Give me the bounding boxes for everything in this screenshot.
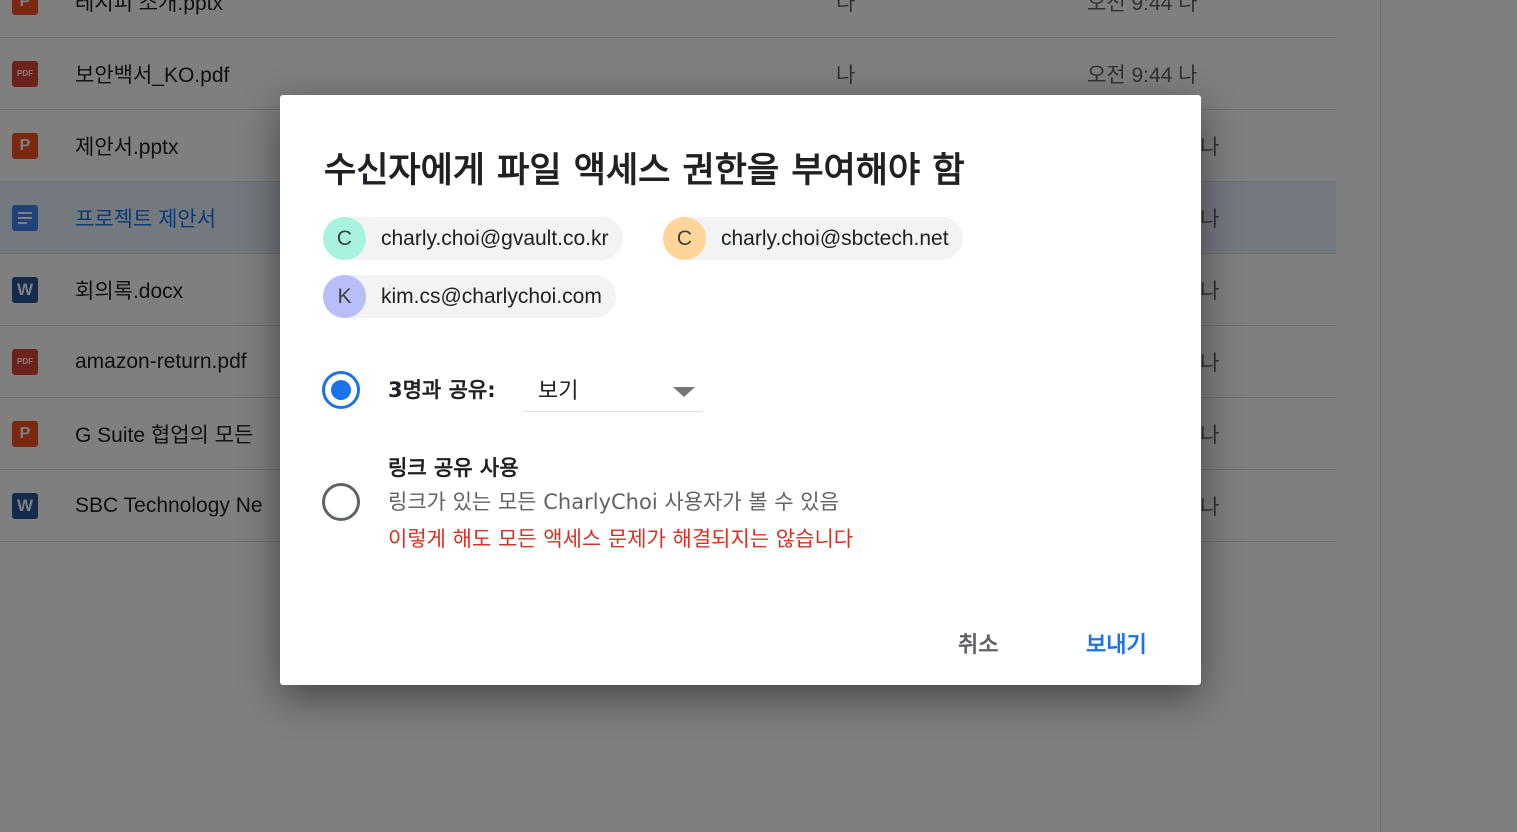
recipient-email: charly.choi@gvault.co.kr [381, 226, 609, 250]
avatar: K [323, 275, 366, 318]
chevron-down-icon [673, 387, 695, 397]
cancel-button[interactable]: 취소 [948, 621, 1008, 665]
recipient-chip: K kim.cs@charlychoi.com [323, 275, 616, 318]
link-sharing-title: 링크 공유 사용 [388, 456, 519, 480]
link-sharing-radio[interactable] [322, 483, 360, 521]
send-button[interactable]: 보내기 [1076, 621, 1157, 665]
avatar: C [663, 217, 706, 260]
permission-select[interactable]: 보기 [523, 368, 703, 412]
recipient-chip: C charly.choi@gvault.co.kr [323, 217, 623, 260]
link-sharing-description: 링크가 있는 모든 CharlyChoi 사용자가 볼 수 있음 [388, 490, 839, 514]
dialog-title: 수신자에게 파일 액세스 권한을 부여해야 함 [324, 151, 965, 191]
recipient-email: charly.choi@sbctech.net [721, 226, 949, 250]
recipient-chip: C charly.choi@sbctech.net [663, 217, 963, 260]
avatar: C [323, 217, 366, 260]
share-with-label: 3명과 공유: [388, 378, 496, 402]
recipient-email: kim.cs@charlychoi.com [381, 284, 602, 308]
link-sharing-warning: 이렇게 해도 모든 액세스 문제가 해결되지는 않습니다 [388, 527, 854, 551]
share-permission-dialog: 수신자에게 파일 액세스 권한을 부여해야 함 C charly.choi@gv… [280, 95, 1201, 685]
share-with-recipients-radio[interactable] [322, 371, 360, 409]
permission-value: 보기 [538, 379, 579, 404]
radio-selected-dot [331, 380, 351, 400]
